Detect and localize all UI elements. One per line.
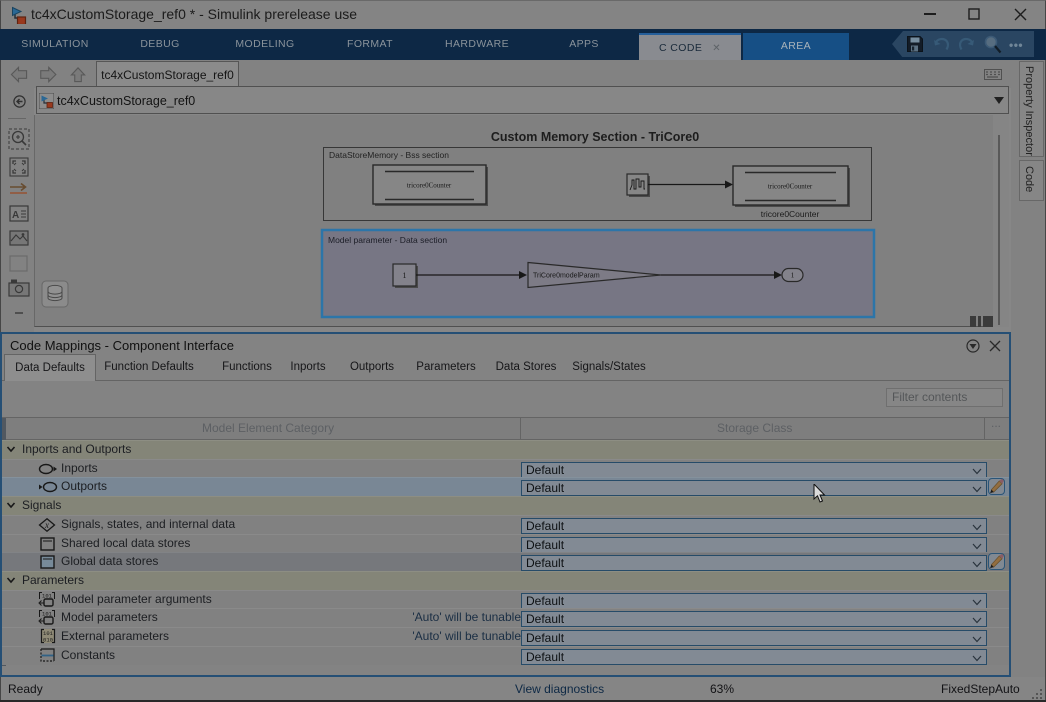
svg-text:1: 1: [403, 271, 407, 280]
svg-text:tricore0Counter: tricore0Counter: [761, 209, 820, 219]
svg-text:Model parameter - Data section: Model parameter - Data section: [328, 235, 447, 245]
svg-text:1: 1: [791, 271, 795, 280]
svg-text:Custom Memory Section - TriCor: Custom Memory Section - TriCore0: [491, 130, 699, 144]
svg-text:TriCore0modelParam: TriCore0modelParam: [533, 273, 600, 280]
svg-text:DataStoreMemory - Bss section: DataStoreMemory - Bss section: [329, 150, 449, 160]
svg-text:tricore0Counter: tricore0Counter: [407, 182, 452, 190]
svg-text:A: A: [12, 210, 19, 221]
svg-text:tricore0Counter: tricore0Counter: [768, 183, 813, 191]
